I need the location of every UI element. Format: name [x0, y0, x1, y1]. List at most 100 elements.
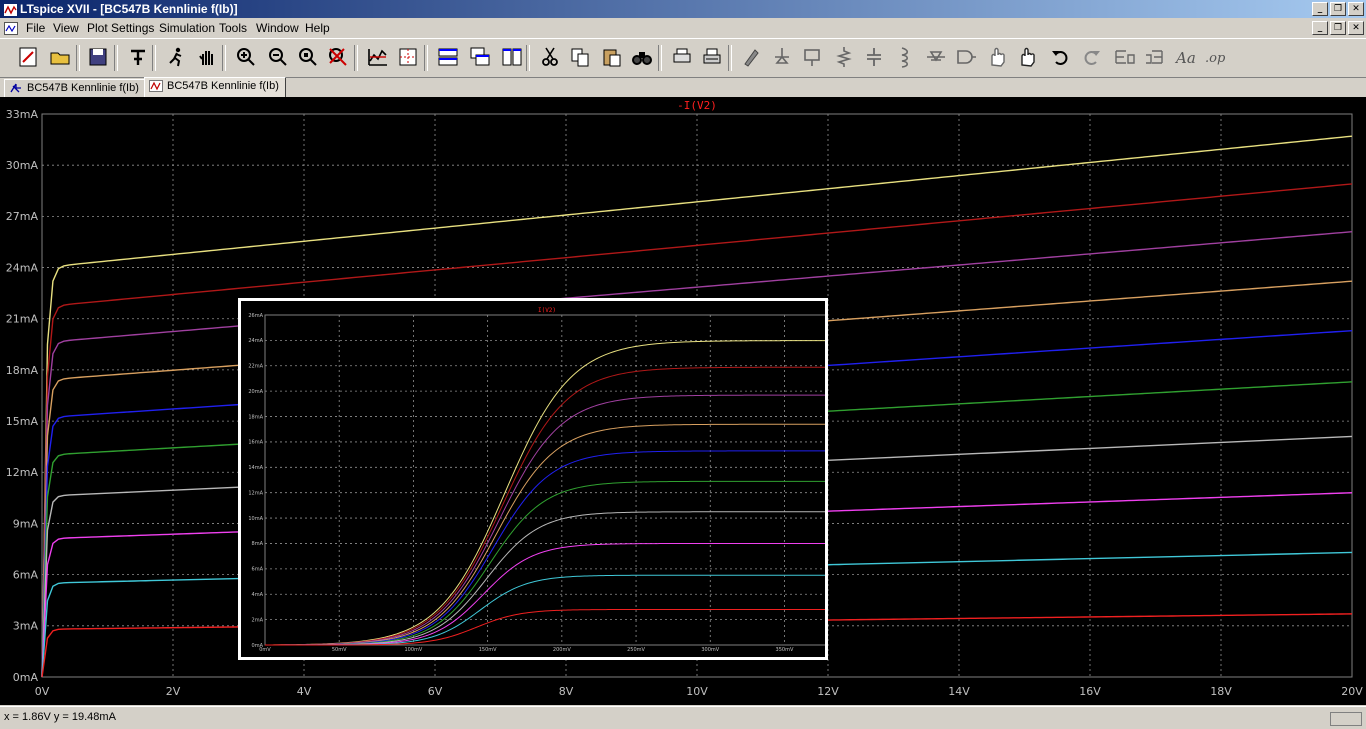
x-tick-label: 150mV	[479, 647, 497, 653]
redo-icon	[1084, 51, 1100, 65]
series-line-2[interactable]	[264, 366, 829, 646]
paste-button[interactable]	[598, 43, 626, 71]
y-tick-label: 30mA	[6, 159, 39, 172]
resize-grip-icon[interactable]	[1330, 712, 1362, 726]
open-button[interactable]	[46, 43, 74, 71]
inductor-button[interactable]	[890, 43, 918, 71]
series-line-4[interactable]	[264, 423, 829, 646]
svg-text:Aa: Aa	[1174, 49, 1196, 67]
inductor-icon	[901, 47, 909, 68]
print-button[interactable]	[698, 43, 726, 71]
document-waveform-icon[interactable]	[4, 21, 18, 35]
save-button[interactable]	[84, 43, 112, 71]
menu-help[interactable]: Help	[305, 18, 330, 38]
find-button[interactable]	[628, 43, 656, 71]
menu-plot-settings[interactable]: Plot Settings	[87, 18, 154, 38]
ltspice-app-icon[interactable]	[3, 3, 18, 17]
y-tick-label: 26mA	[248, 313, 263, 319]
mdi-minimize-button[interactable]: _	[1312, 21, 1328, 35]
cursor-coordinates: x = 1.86V y = 19.48mA	[4, 711, 116, 723]
menu-view[interactable]: View	[53, 18, 79, 38]
autorange-button[interactable]	[364, 43, 392, 71]
resistor-icon	[836, 47, 852, 67]
label-net-button[interactable]	[798, 43, 826, 71]
y-tick-label: 0mA	[13, 671, 39, 684]
mdi-restore-button[interactable]: ❐	[1330, 21, 1346, 35]
y-tick-label: 4mA	[252, 592, 264, 598]
halt-button[interactable]	[193, 43, 221, 71]
menu-tools[interactable]: Tools	[219, 18, 247, 38]
menu-simulation[interactable]: Simulation	[159, 18, 215, 38]
x-tick-label: 50mV	[332, 647, 347, 653]
maximize-button[interactable]: ❐	[1330, 2, 1346, 16]
cut-button[interactable]	[536, 43, 564, 71]
zoom-in-icon	[237, 48, 255, 66]
zoom-fit-button[interactable]	[294, 43, 322, 71]
print-setup-button[interactable]	[668, 43, 696, 71]
x-tick-label: 8V	[559, 685, 574, 698]
zoom-in-button[interactable]	[232, 43, 260, 71]
tab-schematic[interactable]: BC547B Kennlinie f(Ib)	[4, 79, 146, 98]
resistor-button[interactable]	[830, 43, 858, 71]
toolbar-separator	[424, 45, 428, 71]
menu-window[interactable]: Window	[256, 18, 299, 38]
zoom-out-button[interactable]	[264, 43, 292, 71]
x-tick-label: 10V	[686, 685, 708, 698]
y-tick-label: 12mA	[248, 490, 263, 496]
y-tick-label: 8mA	[252, 541, 264, 547]
paste-icon	[603, 49, 621, 67]
mdi-close-button[interactable]: ✕	[1348, 21, 1364, 35]
series-line-5[interactable]	[264, 450, 829, 646]
y-tick-label: 33mA	[6, 108, 39, 121]
spice-directive-button[interactable]: .op	[1202, 43, 1230, 71]
undo-button[interactable]	[1046, 43, 1074, 71]
run-button[interactable]	[162, 43, 190, 71]
capacitor-icon	[867, 48, 881, 66]
grid-button[interactable]	[394, 43, 422, 71]
menu-file[interactable]: File	[26, 18, 45, 38]
diode-button[interactable]	[922, 43, 950, 71]
close-button[interactable]: ✕	[1348, 2, 1364, 16]
tile-vertical-button[interactable]	[498, 43, 526, 71]
cascade-button[interactable]	[466, 43, 494, 71]
x-tick-label: 200mV	[553, 647, 571, 653]
rotate-button[interactable]	[1110, 43, 1138, 71]
drag-button[interactable]	[1014, 43, 1042, 71]
x-tick-label: 250mV	[627, 647, 645, 653]
series-line-3[interactable]	[264, 394, 829, 646]
mirror-icon	[1146, 50, 1163, 64]
move-button[interactable]	[984, 43, 1012, 71]
zoom-fit-icon	[299, 48, 317, 66]
series-line-10[interactable]	[265, 608, 829, 646]
tab-waveform[interactable]: BC547B Kennlinie f(Ib)	[144, 77, 286, 98]
toolbar-separator	[658, 45, 662, 71]
minimize-button[interactable]: _	[1312, 2, 1328, 16]
text-icon: Aa	[1174, 49, 1196, 67]
capacitor-button[interactable]	[860, 43, 888, 71]
open-icon	[50, 52, 70, 65]
series-line-9[interactable]	[265, 574, 829, 646]
component-button[interactable]	[952, 43, 980, 71]
series-line-6[interactable]	[265, 480, 829, 646]
cancel-zoom-button[interactable]	[324, 43, 352, 71]
text-button[interactable]: Aa	[1172, 43, 1200, 71]
grid-icon	[399, 48, 417, 66]
halt-icon	[199, 51, 213, 65]
tile-vertical-icon	[502, 48, 522, 66]
trace-title[interactable]: -I(V2)	[677, 99, 717, 112]
wire-icon	[744, 49, 759, 67]
ground-button[interactable]	[768, 43, 796, 71]
trace-title[interactable]: I(V2)	[538, 307, 556, 314]
wire-button[interactable]	[738, 43, 766, 71]
tile-horizontal-button[interactable]	[434, 43, 462, 71]
new-schematic-button[interactable]	[14, 43, 42, 71]
run-icon	[169, 47, 182, 67]
ground-icon	[775, 48, 789, 64]
series-line-7[interactable]	[265, 511, 829, 646]
print-icon	[703, 48, 721, 64]
y-tick-label: 3mA	[13, 620, 39, 633]
control-panel-button[interactable]	[124, 43, 152, 71]
redo-button[interactable]	[1078, 43, 1106, 71]
copy-button[interactable]	[566, 43, 594, 71]
mirror-button[interactable]	[1140, 43, 1168, 71]
